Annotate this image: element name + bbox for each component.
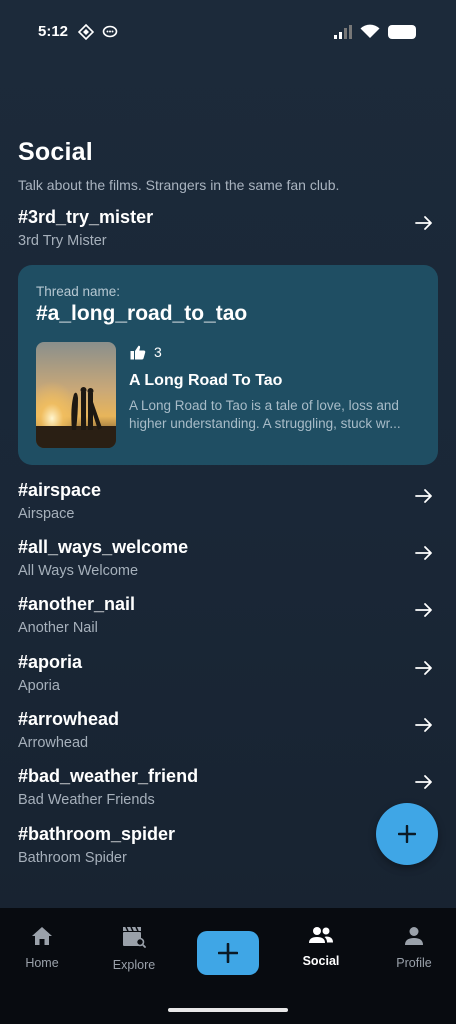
thread-tag: #3rd_try_mister [18, 207, 154, 227]
page-subtitle: Talk about the films. Strangers in the s… [18, 177, 340, 193]
thread-film-name: Arrowhead [18, 735, 89, 751]
thread-tag: #aporia [18, 652, 83, 672]
thread-row[interactable]: #bad_weather_friend Bad Weather Friends [18, 766, 438, 816]
clapperboard-icon [123, 926, 146, 948]
thread-film-name: Another Nail [18, 620, 98, 636]
plus-icon [398, 825, 416, 843]
home-icon [32, 927, 52, 945]
status-bar: 5:12 [0, 0, 456, 64]
featured-thread-tag: #a_long_road_to_tao [36, 302, 248, 325]
likes-counter[interactable]: 3 [130, 344, 162, 360]
thread-row[interactable]: #3rd_try_mister 3rd Try Mister [18, 207, 438, 257]
arrow-right-icon[interactable] [414, 772, 434, 792]
thread-name-label: Thread name: [36, 284, 121, 299]
nav-add-button[interactable] [197, 931, 259, 975]
thread-tag: #bad_weather_friend [18, 766, 199, 786]
page-header: Social Talk about the films. Strangers i… [18, 138, 438, 193]
nav-social[interactable]: Social [279, 926, 363, 968]
film-poster[interactable] [36, 342, 116, 448]
nav-home[interactable]: Home [0, 926, 84, 970]
home-indicator[interactable] [168, 1008, 288, 1012]
arrow-right-icon[interactable] [414, 486, 434, 506]
signal-app-icon [78, 24, 94, 40]
nav-social-label: Social [302, 954, 340, 968]
arrow-right-icon[interactable] [414, 600, 434, 620]
thread-film-name: 3rd Try Mister [18, 233, 107, 249]
nav-profile[interactable]: Profile [372, 926, 456, 970]
thread-row[interactable]: #another_nail Another Nail [18, 594, 438, 644]
arrow-right-icon[interactable] [414, 543, 434, 563]
thread-row[interactable]: #all_ways_welcome All Ways Welcome [18, 537, 438, 587]
arrow-right-icon[interactable] [414, 213, 434, 233]
thread-tag: #arrowhead [18, 709, 120, 729]
film-description: A Long Road to Tao is a tale of love, lo… [129, 397, 421, 433]
thread-film-name: Aporia [18, 678, 60, 694]
arrow-right-icon[interactable] [414, 715, 434, 735]
status-time: 5:12 [38, 23, 69, 40]
thread-tag: #another_nail [18, 594, 136, 614]
nav-home-label: Home [25, 956, 59, 970]
likes-count: 3 [154, 344, 162, 360]
thread-row[interactable]: #airspace Airspace [18, 480, 438, 530]
wifi-icon [360, 24, 380, 38]
chat-notification-icon [102, 25, 118, 38]
featured-thread-card[interactable]: Thread name: #a_long_road_to_tao 3 A Lon… [18, 265, 438, 465]
thread-tag: #bathroom_spider [18, 824, 176, 844]
thread-row[interactable]: #bathroom_spider Bathroom Spider [18, 824, 438, 874]
person-icon [405, 927, 423, 945]
battery-icon [388, 24, 416, 39]
new-thread-fab[interactable] [376, 803, 438, 865]
status-left-icons [78, 24, 118, 40]
film-description-line: A Long Road to Tao is a tale of love, lo… [129, 398, 399, 413]
thread-film-name: Bad Weather Friends [18, 792, 155, 808]
nav-profile-label: Profile [396, 956, 432, 970]
status-right-icons [334, 24, 416, 39]
thread-tag: #airspace [18, 480, 102, 500]
thread-film-name: Bathroom Spider [18, 850, 127, 866]
bottom-nav: Home Explore Social Profile [0, 908, 456, 1024]
nav-explore-label: Explore [112, 958, 156, 972]
arrow-right-icon[interactable] [414, 658, 434, 678]
thread-tag: #all_ways_welcome [18, 537, 189, 557]
thread-film-name: Airspace [18, 506, 75, 522]
cell-signal-icon [334, 24, 352, 39]
plus-icon [218, 943, 238, 963]
nav-explore[interactable]: Explore [92, 926, 176, 972]
thread-row[interactable]: #aporia Aporia [18, 652, 438, 702]
film-title: A Long Road To Tao [129, 372, 283, 389]
thread-row[interactable]: #arrowhead Arrowhead [18, 709, 438, 759]
thumbs-up-icon [130, 345, 146, 359]
people-icon [309, 927, 333, 943]
thread-film-name: All Ways Welcome [18, 563, 139, 579]
film-description-line: higher understanding. A struggling, stuc… [129, 416, 401, 431]
page-title: Social [18, 138, 93, 166]
